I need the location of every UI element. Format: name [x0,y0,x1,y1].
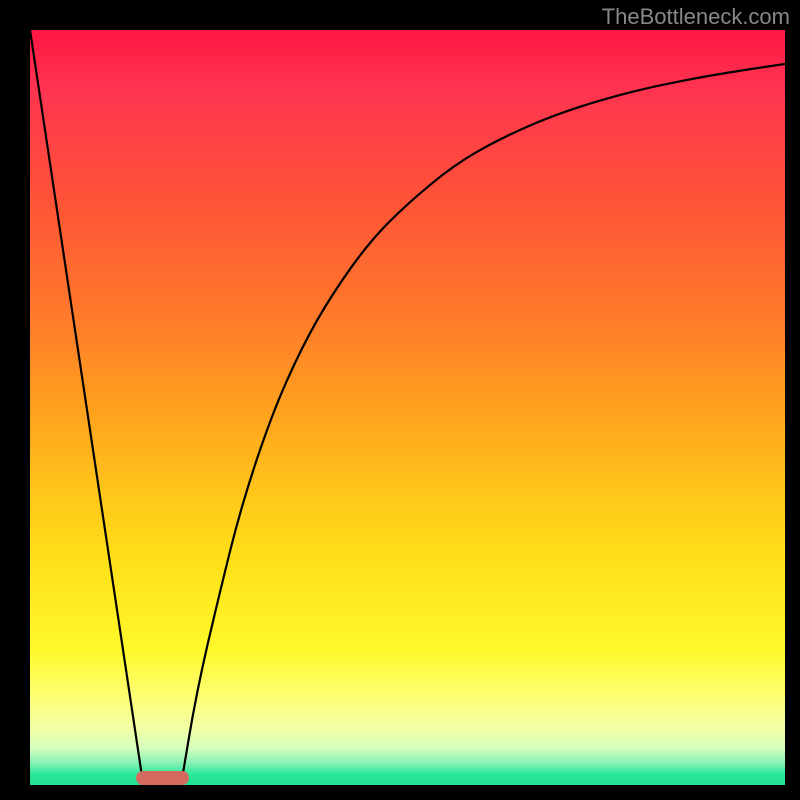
curve-left-line [30,30,143,785]
curve-right [181,64,785,785]
chart-container: TheBottleneck.com [0,0,800,800]
plot-area [30,30,785,785]
min-marker [136,771,189,785]
curve-layer [30,30,785,785]
watermark-text: TheBottleneck.com [602,4,790,30]
